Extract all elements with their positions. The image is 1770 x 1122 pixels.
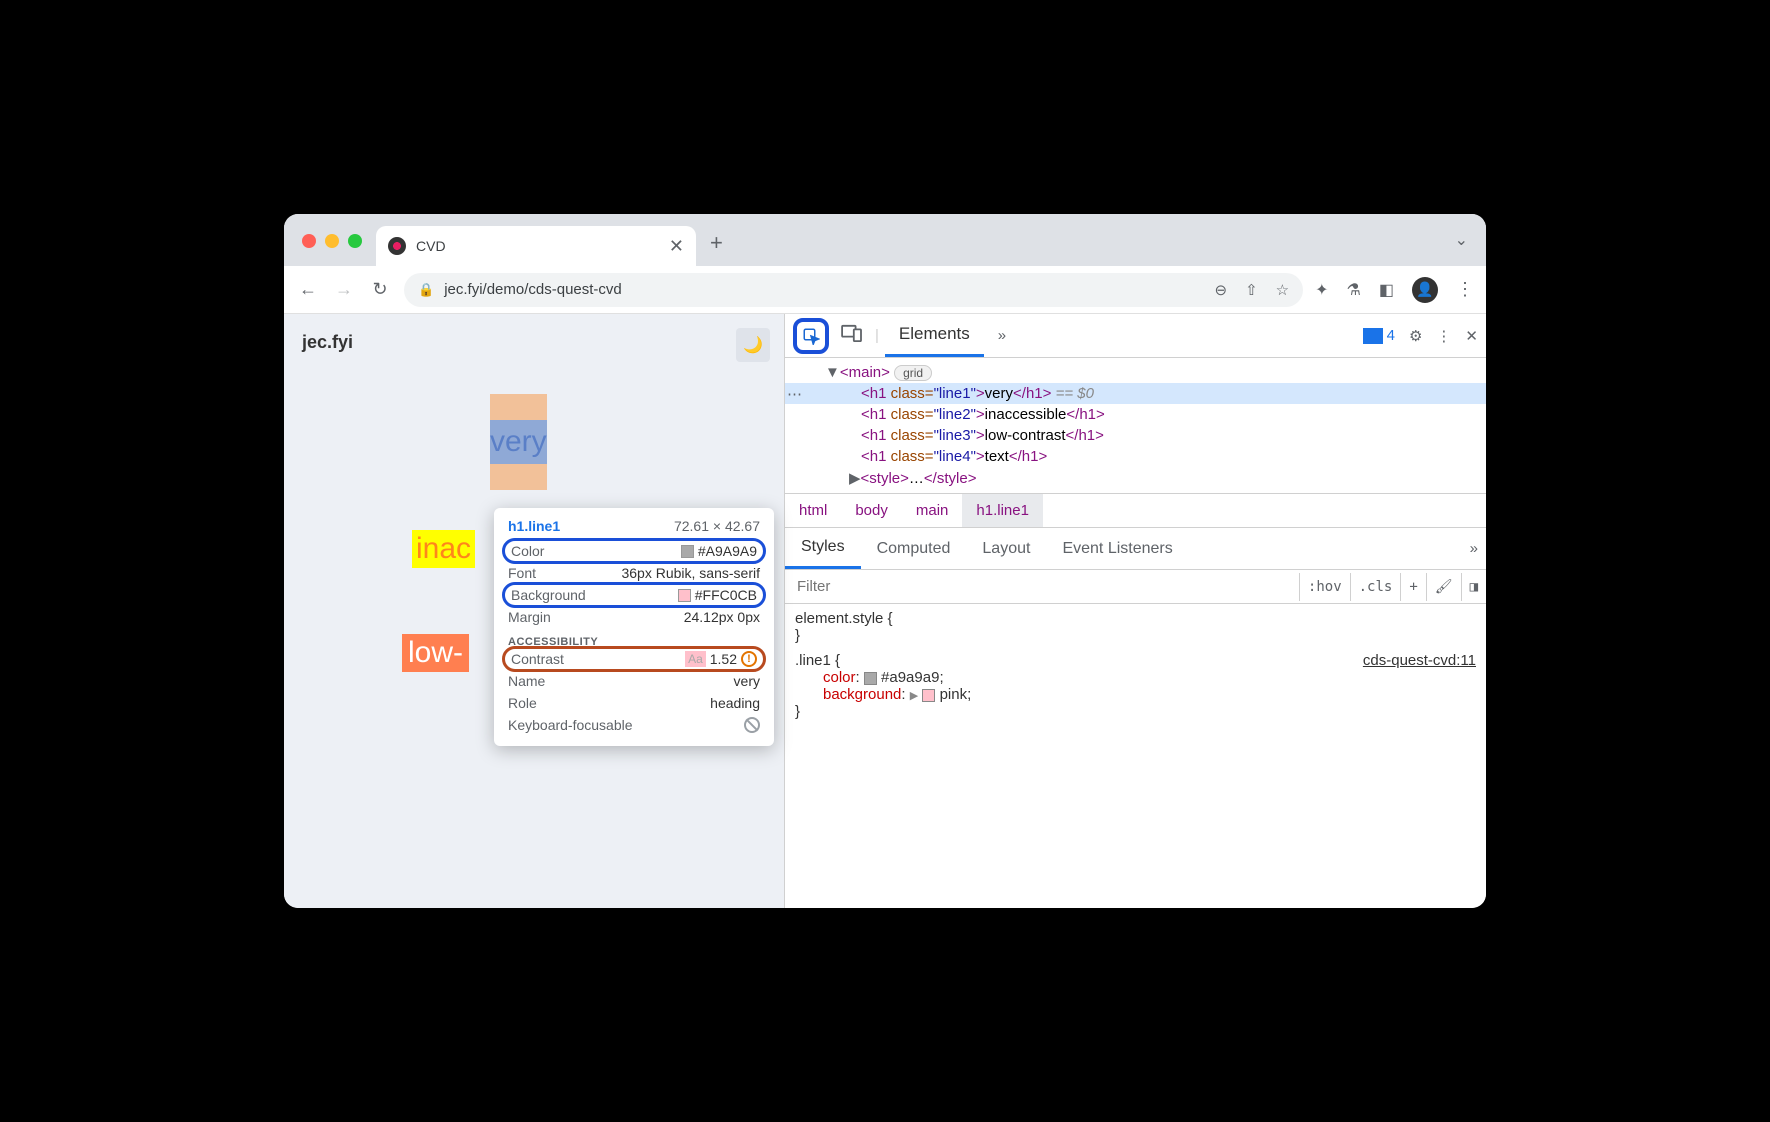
tab-computed[interactable]: Computed bbox=[861, 530, 967, 568]
new-rule-plus-icon[interactable]: + bbox=[1400, 573, 1425, 601]
line1-text: very bbox=[490, 420, 547, 464]
computed-sidebar-icon[interactable]: ◨ bbox=[1461, 573, 1486, 601]
forward-icon[interactable]: → bbox=[332, 279, 356, 300]
lock-icon: 🔒 bbox=[418, 282, 434, 298]
tooltip-color-row: Color #A9A9A9 bbox=[502, 538, 766, 564]
devtools-menu-icon[interactable]: ⋮ bbox=[1436, 327, 1451, 345]
tab-event-listeners[interactable]: Event Listeners bbox=[1046, 530, 1188, 568]
page-title: jec.fyi bbox=[302, 332, 766, 353]
new-tab-button[interactable]: + bbox=[710, 230, 723, 256]
element-tooltip: h1.line1 72.61 × 42.67 Color #A9A9A9 Fon… bbox=[494, 508, 774, 746]
line3-text: low- bbox=[402, 634, 469, 672]
color-swatch-icon bbox=[681, 545, 694, 558]
tab-list-chevron-icon[interactable]: ⌄ bbox=[1455, 230, 1468, 250]
content-area: jec.fyi 🌙 very inac low- h1.line1 72.61 … bbox=[284, 314, 1486, 908]
more-tabs-chevron-icon[interactable]: » bbox=[990, 327, 1014, 344]
styles-filter-row: :hov .cls + 🖌 ◨ bbox=[785, 570, 1486, 604]
styles-tabs: Styles Computed Layout Event Listeners » bbox=[785, 528, 1486, 570]
zoom-out-icon[interactable]: ⊖ bbox=[1215, 281, 1228, 299]
sidepanel-icon[interactable]: ◧ bbox=[1379, 280, 1394, 300]
tab-layout[interactable]: Layout bbox=[966, 530, 1046, 568]
styles-filter-input[interactable] bbox=[785, 570, 1299, 603]
devtools-panel: | Elements » 4 ⚙ ⋮ ✕ ▼<main> grid <h1 cl… bbox=[784, 314, 1486, 908]
minimize-window-icon[interactable] bbox=[325, 234, 339, 248]
back-icon[interactable]: ← bbox=[296, 279, 320, 300]
tooltip-margin-row: Margin 24.12px 0px bbox=[508, 606, 760, 628]
tooltip-selector: h1.line1 bbox=[508, 518, 560, 534]
elements-tab[interactable]: Elements bbox=[885, 314, 984, 357]
breadcrumb-item[interactable]: html bbox=[785, 494, 841, 527]
tab-title: CVD bbox=[416, 238, 446, 254]
paint-format-icon[interactable]: 🖌 bbox=[1426, 573, 1461, 601]
toggle-device-icon[interactable] bbox=[835, 324, 869, 347]
tab-styles[interactable]: Styles bbox=[785, 528, 861, 569]
tooltip-background-row: Background #FFC0CB bbox=[502, 582, 766, 608]
breadcrumb: html body main h1.line1 bbox=[785, 493, 1486, 528]
tooltip-font-row: Font 36px Rubik, sans-serif bbox=[508, 562, 760, 584]
breadcrumb-item[interactable]: h1.line1 bbox=[962, 494, 1043, 527]
dom-node[interactable]: <h1 class="line2">inaccessible</h1> bbox=[785, 404, 1486, 425]
issues-button[interactable]: 4 bbox=[1363, 327, 1395, 344]
dom-node[interactable]: ▶<style>…</style> bbox=[785, 467, 1486, 489]
line2-text: inac bbox=[412, 530, 475, 568]
reload-icon[interactable]: ↻ bbox=[368, 279, 392, 300]
settings-gear-icon[interactable]: ⚙ bbox=[1409, 327, 1422, 345]
tooltip-role-row: Role heading bbox=[508, 692, 760, 714]
tooltip-name-row: Name very bbox=[508, 670, 760, 692]
color-swatch-icon bbox=[678, 589, 691, 602]
tooltip-contrast-row: Contrast Aa 1.52 ! bbox=[502, 646, 766, 672]
close-window-icon[interactable] bbox=[302, 234, 316, 248]
browser-tab[interactable]: CVD ✕ bbox=[376, 226, 696, 266]
dark-mode-moon-icon[interactable]: 🌙 bbox=[736, 328, 770, 362]
styles-rules[interactable]: element.style { } .line1 { cds-quest-cvd… bbox=[785, 604, 1486, 726]
breadcrumb-item[interactable]: main bbox=[902, 494, 963, 527]
breadcrumb-item[interactable]: body bbox=[841, 494, 902, 527]
not-focusable-icon bbox=[744, 717, 760, 733]
close-tab-icon[interactable]: ✕ bbox=[669, 236, 684, 257]
more-styles-tabs-icon[interactable]: » bbox=[1462, 540, 1486, 557]
share-icon[interactable]: ⇧ bbox=[1245, 281, 1258, 299]
titlebar: CVD ✕ + ⌄ bbox=[284, 214, 1486, 266]
profile-avatar-icon[interactable]: 👤 bbox=[1412, 277, 1438, 303]
browser-window: CVD ✕ + ⌄ ← → ↻ 🔒 jec.fyi/demo/cds-quest… bbox=[284, 214, 1486, 908]
url-text: jec.fyi/demo/cds-quest-cvd bbox=[444, 281, 622, 298]
labs-flask-icon[interactable]: ⚗ bbox=[1347, 280, 1361, 300]
address-bar[interactable]: 🔒 jec.fyi/demo/cds-quest-cvd ⊖ ⇧ ☆ bbox=[404, 273, 1303, 307]
bookmark-star-icon[interactable]: ☆ bbox=[1276, 281, 1289, 299]
warning-icon: ! bbox=[741, 651, 757, 667]
expand-shorthand-icon[interactable]: ▶ bbox=[910, 690, 918, 702]
source-link[interactable]: cds-quest-cvd:11 bbox=[1363, 652, 1476, 669]
aa-sample-icon: Aa bbox=[685, 651, 706, 667]
menu-kebab-icon[interactable]: ⋮ bbox=[1456, 279, 1474, 300]
hov-toggle[interactable]: :hov bbox=[1299, 573, 1350, 601]
toolbar: ← → ↻ 🔒 jec.fyi/demo/cds-quest-cvd ⊖ ⇧ ☆… bbox=[284, 266, 1486, 314]
demo-line1[interactable]: very bbox=[490, 394, 547, 490]
extensions-puzzle-icon[interactable]: ✦ bbox=[1315, 280, 1328, 300]
window-controls bbox=[302, 234, 362, 248]
dom-node[interactable]: <h1 class="line3">low-contrast</h1> bbox=[785, 425, 1486, 446]
cls-toggle[interactable]: .cls bbox=[1350, 573, 1401, 601]
tooltip-dimensions: 72.61 × 42.67 bbox=[674, 518, 760, 534]
inspect-element-icon[interactable] bbox=[793, 318, 829, 354]
devtools-toolbar: | Elements » 4 ⚙ ⋮ ✕ bbox=[785, 314, 1486, 358]
dom-tree[interactable]: ▼<main> grid <h1 class="line1">very</h1>… bbox=[785, 358, 1486, 493]
color-swatch-icon[interactable] bbox=[864, 672, 877, 685]
maximize-window-icon[interactable] bbox=[348, 234, 362, 248]
favicon-icon bbox=[388, 237, 406, 255]
tooltip-keyboard-row: Keyboard-focusable bbox=[508, 714, 760, 736]
issues-icon bbox=[1363, 328, 1383, 344]
rendered-page: jec.fyi 🌙 very inac low- h1.line1 72.61 … bbox=[284, 314, 784, 908]
grid-badge[interactable]: grid bbox=[894, 365, 932, 381]
dom-node[interactable]: <h1 class="line4">text</h1> bbox=[785, 446, 1486, 467]
color-swatch-icon[interactable] bbox=[922, 689, 935, 702]
dom-node-selected[interactable]: <h1 class="line1">very</h1> == $0 bbox=[785, 383, 1486, 404]
close-devtools-icon[interactable]: ✕ bbox=[1465, 327, 1478, 345]
